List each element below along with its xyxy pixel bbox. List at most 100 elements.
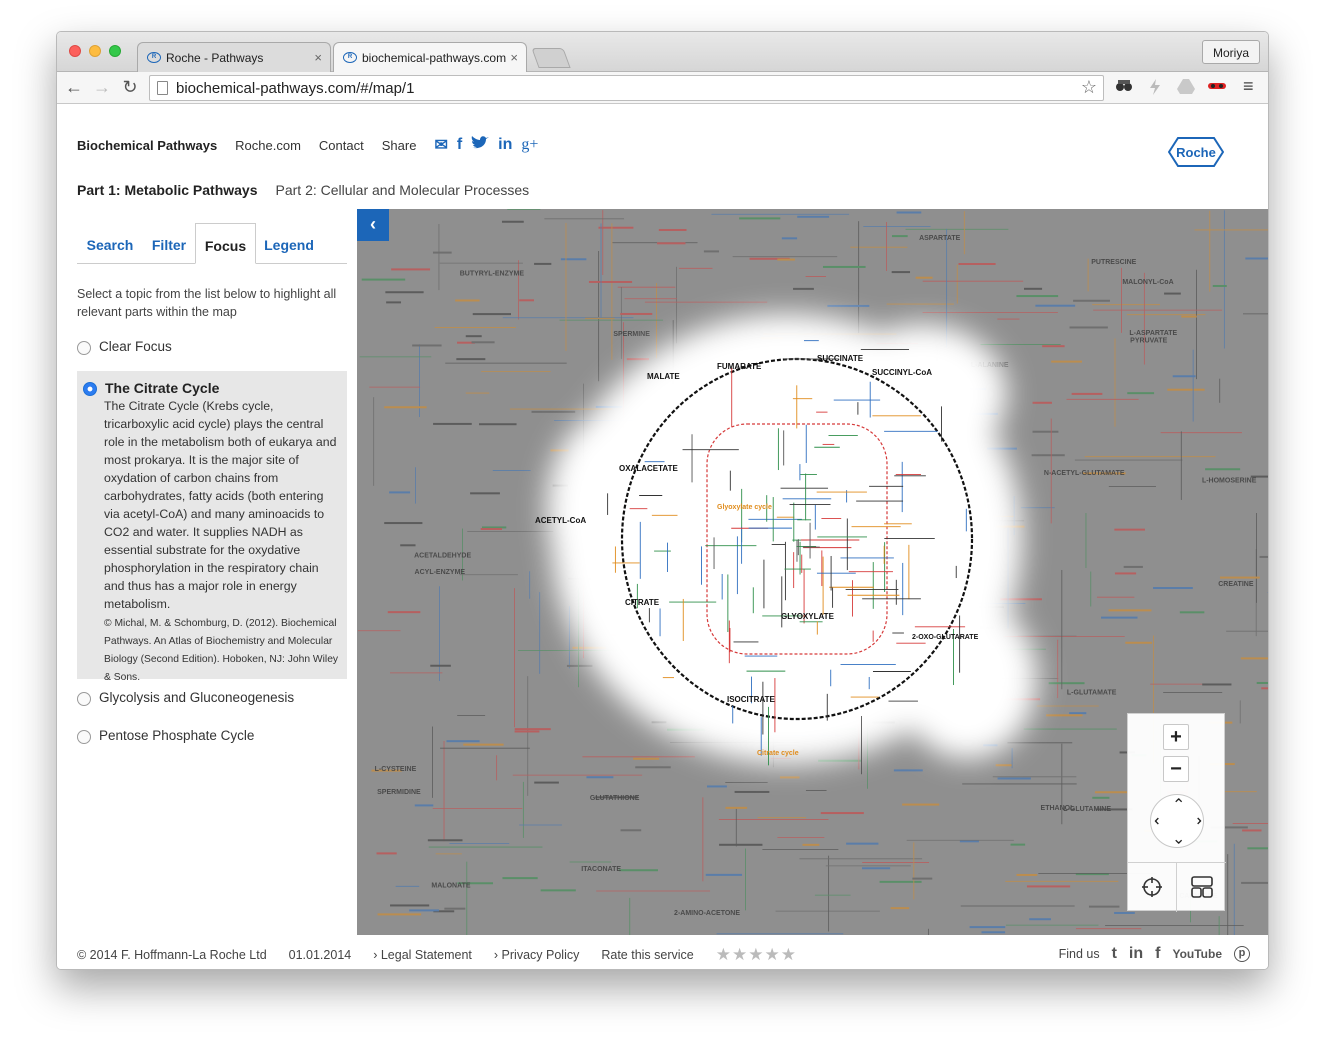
sidebar-tabs: Search Filter Focus Legend — [77, 223, 347, 264]
close-window-button[interactable] — [69, 45, 81, 57]
extension-glasses-icon[interactable] — [1115, 79, 1133, 97]
profile-button[interactable]: Moriya — [1201, 40, 1260, 64]
googleplus-icon[interactable]: g+ — [521, 136, 538, 154]
privacy-link[interactable]: › Privacy Policy — [494, 948, 579, 962]
radio-button[interactable] — [77, 730, 91, 744]
browser-window: R Roche - Pathways × R biochemical-pathw… — [56, 31, 1269, 970]
maximize-window-button[interactable] — [109, 45, 121, 57]
map-label-glyoxylate: GLYOXYLATE — [781, 612, 835, 621]
map-label-20: MALONYL-CoA — [1122, 279, 1173, 286]
pinterest-icon[interactable]: p — [1234, 946, 1250, 962]
pan-left-icon[interactable]: ⌃ — [1152, 814, 1172, 827]
privacy-link-label: Privacy Policy — [501, 948, 580, 962]
map-label-citrate: CITRATE — [625, 598, 660, 607]
part-switcher: Part 1: Metabolic Pathways Part 2: Cellu… — [77, 182, 529, 198]
linkedin-icon[interactable]: in — [498, 136, 512, 154]
pan-down-icon[interactable]: ⌃ — [1172, 827, 1185, 847]
zoom-in-button[interactable]: + — [1163, 724, 1189, 750]
logo-text: Roche — [1176, 145, 1216, 160]
page: Biochemical Pathways Roche.com Contact S… — [57, 105, 1268, 969]
radio-button[interactable] — [77, 341, 91, 355]
topic-citrate-cycle-selected[interactable]: The Citrate Cycle The Citrate Cycle (Kre… — [77, 371, 347, 683]
radio-button[interactable] — [77, 692, 91, 706]
map-controls: + − ⌃ ⌃ ⌃ ⌃ — [1127, 713, 1226, 912]
topic-label: Pentose Phosphate Cycle — [99, 728, 255, 743]
tab-legend[interactable]: Legend — [256, 223, 322, 264]
radio-button-selected[interactable] — [83, 382, 97, 396]
map-label-22: BUTYRYL-ENZYME — [460, 271, 525, 278]
site-brand-link[interactable]: Biochemical Pathways — [77, 138, 217, 153]
tab-search[interactable]: Search — [77, 223, 143, 264]
minimize-window-button[interactable] — [89, 45, 101, 57]
roche-logo[interactable]: Roche — [1167, 137, 1225, 167]
roche-favicon-icon: R — [147, 52, 161, 63]
map-label-9: L-GLUTAMATE — [1067, 689, 1117, 696]
map-label-21: ACYL-ENZYME — [415, 569, 466, 576]
map-label-3: L-HOMOSERINE — [1202, 478, 1257, 485]
topic-glycolysis[interactable]: Glycolysis and Gluconeogenesis — [77, 690, 294, 706]
topic-label: Clear Focus — [99, 339, 172, 354]
map-label-citrate-cycle: Citrate cycle — [757, 750, 799, 757]
copyright-text: © 2014 F. Hoffmann-La Roche Ltd — [77, 948, 267, 962]
share-label: Share — [381, 137, 417, 153]
map-label-12: ACETALDEHYDE — [414, 552, 471, 559]
focus-intro-text: Select a topic from the list below to hi… — [77, 287, 337, 319]
tab-filter[interactable]: Filter — [143, 223, 195, 264]
legal-link[interactable]: › Legal Statement — [373, 948, 472, 962]
youtube-icon[interactable]: YouTube — [1172, 947, 1222, 961]
rating-stars[interactable]: ★★★★★ — [716, 945, 797, 965]
bookmark-star-icon[interactable]: ☆ — [1081, 77, 1097, 98]
legal-link-label: Legal Statement — [380, 948, 472, 962]
page-icon — [157, 81, 168, 95]
mail-icon[interactable]: ✉ — [434, 135, 447, 155]
twitter-icon[interactable] — [471, 135, 490, 155]
overview-icon[interactable] — [1177, 862, 1226, 912]
topic-pentose-phosphate[interactable]: Pentose Phosphate Cycle — [77, 728, 254, 744]
new-tab-button[interactable] — [531, 48, 571, 68]
map-label-18: PUTRESCINE — [1091, 259, 1136, 266]
map-label-10: CREATINE — [1218, 581, 1254, 588]
chrome-menu-icon[interactable]: ≡ — [1243, 76, 1254, 97]
part-2-link[interactable]: Part 2: Cellular and Molecular Processes — [276, 182, 530, 198]
tab-roche-pathways[interactable]: R Roche - Pathways × — [137, 42, 331, 72]
map-label-succinate: SUCCINATE — [817, 354, 864, 363]
tab-close-icon[interactable]: × — [510, 50, 518, 65]
share-icons: ✉ f in g+ — [434, 135, 538, 155]
pan-up-icon[interactable]: ⌃ — [1172, 795, 1185, 815]
topic-citation: © Michal, M. & Schomburg, D. (2012). Bio… — [104, 618, 339, 683]
map-label-19: L-CYSTEINE — [375, 766, 417, 773]
pan-control[interactable]: ⌃ ⌃ ⌃ ⌃ — [1150, 794, 1204, 848]
map-label-24: GLUTATHIONE — [590, 795, 640, 802]
facebook-icon[interactable]: f — [1155, 945, 1160, 963]
extension-drive-icon[interactable] — [1177, 79, 1195, 98]
map-label-13: ETHANOL — [1041, 805, 1076, 812]
rate-label: Rate this service — [601, 948, 694, 962]
tab-focus[interactable]: Focus — [195, 223, 256, 264]
map-label-acetyl-coa: ACETYL-CoA — [535, 516, 586, 525]
roche-favicon-icon: R — [343, 52, 357, 63]
extension-mask-icon[interactable] — [1207, 79, 1227, 97]
address-bar[interactable]: biochemical-pathways.com/#/map/1 ☆ — [149, 75, 1104, 101]
twitter-icon[interactable]: t — [1112, 945, 1117, 963]
forward-button[interactable]: → — [91, 76, 113, 98]
topic-label: The Citrate Cycle — [105, 380, 220, 396]
pathway-map[interactable]: L-ALANINEPYRUVATEL-ASPARTATEL-HOMOSERINE… — [357, 209, 1268, 935]
tab-close-icon[interactable]: × — [314, 50, 322, 65]
tab-biochemical-pathways[interactable]: R biochemical-pathways.com × — [333, 42, 527, 73]
extension-bolt-icon[interactable] — [1149, 79, 1161, 99]
find-us: Find us t in f YouTube p — [1059, 945, 1250, 963]
map-label-16: SPERMIDINE — [377, 789, 421, 796]
topic-clear-focus[interactable]: Clear Focus — [77, 339, 172, 355]
part-1-link[interactable]: Part 1: Metabolic Pathways — [77, 182, 258, 198]
linkedin-icon[interactable]: in — [1129, 945, 1143, 963]
contact-link[interactable]: Contact — [319, 138, 364, 153]
collapse-sidebar-button[interactable]: ‹ — [357, 209, 389, 241]
facebook-icon[interactable]: f — [457, 136, 462, 154]
pan-right-icon[interactable]: ⌃ — [1185, 814, 1205, 827]
zoom-out-button[interactable]: − — [1163, 756, 1189, 782]
map-label-glyoxylate-cycle: Glyoxylate cycle — [717, 504, 772, 511]
reload-button[interactable]: ↻ — [119, 76, 141, 98]
roche-link[interactable]: Roche.com — [235, 138, 301, 153]
back-button[interactable]: ← — [63, 76, 85, 98]
locate-icon[interactable] — [1128, 862, 1177, 912]
